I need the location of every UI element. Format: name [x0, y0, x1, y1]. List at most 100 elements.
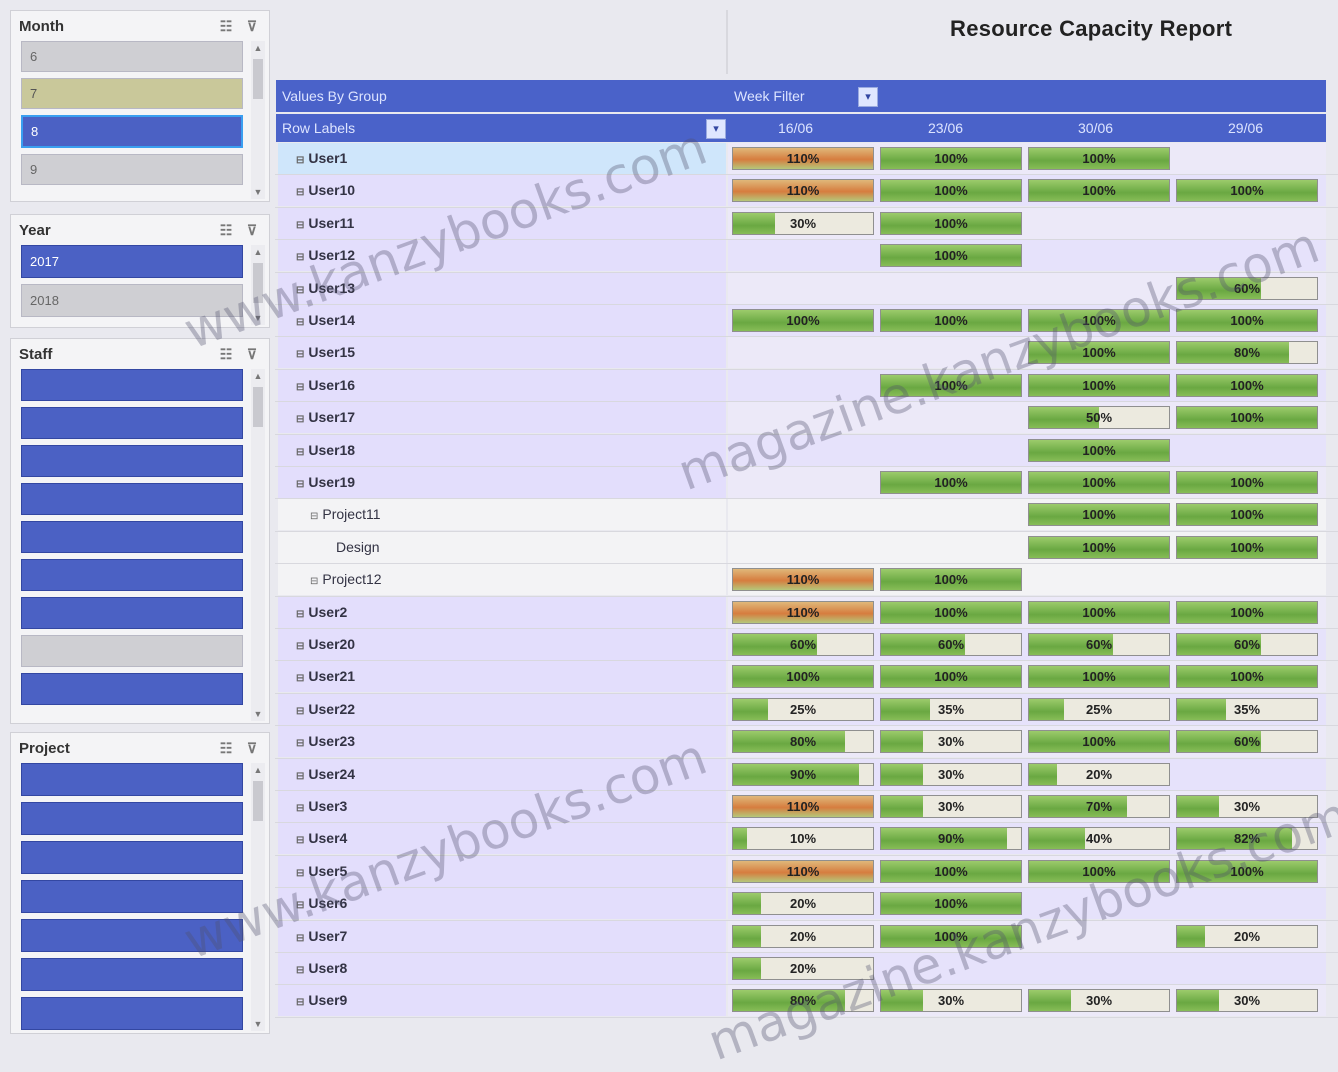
- month-slicer-item[interactable]: 8: [21, 115, 243, 148]
- scroll-thumb[interactable]: [253, 59, 263, 99]
- expand-collapse-icon[interactable]: ⊟: [296, 868, 304, 879]
- month-slicer-item[interactable]: 9: [21, 154, 243, 185]
- multi-select-icon[interactable]: ☷: [217, 17, 235, 35]
- project-slicer-item[interactable]: [21, 997, 243, 1030]
- capacity-cell[interactable]: 30%: [880, 730, 1022, 753]
- capacity-cell[interactable]: 100%: [732, 309, 874, 332]
- capacity-cell[interactable]: 30%: [732, 212, 874, 235]
- capacity-cell[interactable]: 100%: [880, 309, 1022, 332]
- scroll-thumb[interactable]: [253, 387, 263, 427]
- capacity-cell[interactable]: 100%: [880, 860, 1022, 883]
- capacity-cell[interactable]: 80%: [732, 989, 874, 1012]
- pivot-row-label[interactable]: ⊟ User12: [278, 240, 726, 271]
- clear-filter-icon[interactable]: ⊽: [243, 17, 261, 35]
- capacity-cell[interactable]: 100%: [1176, 536, 1318, 559]
- pivot-row-label[interactable]: Design: [278, 532, 726, 563]
- expand-collapse-icon[interactable]: ⊟: [296, 252, 304, 263]
- pivot-row-label[interactable]: ⊟ User4: [278, 823, 726, 854]
- month-slicer-scrollbar[interactable]: ▲ ▼: [251, 41, 265, 199]
- expand-collapse-icon[interactable]: ⊟: [296, 835, 304, 846]
- pivot-row-label[interactable]: ⊟ User1: [278, 143, 726, 174]
- pivot-row-label[interactable]: ⊟ User15: [278, 337, 726, 368]
- expand-collapse-icon[interactable]: ⊟: [296, 349, 304, 360]
- scroll-up-icon[interactable]: ▲: [251, 369, 265, 383]
- capacity-cell[interactable]: 80%: [732, 730, 874, 753]
- capacity-cell[interactable]: 60%: [1176, 633, 1318, 656]
- capacity-cell[interactable]: 100%: [1176, 374, 1318, 397]
- pivot-row-label[interactable]: ⊟ User2: [278, 597, 726, 628]
- clear-filter-icon[interactable]: ⊽: [243, 221, 261, 239]
- project-slicer-item[interactable]: [21, 958, 243, 991]
- capacity-cell[interactable]: 60%: [880, 633, 1022, 656]
- expand-collapse-icon[interactable]: ⊟: [296, 933, 304, 944]
- capacity-cell[interactable]: 100%: [1028, 374, 1170, 397]
- project-slicer-item[interactable]: [21, 919, 243, 952]
- capacity-cell[interactable]: 30%: [1028, 989, 1170, 1012]
- capacity-cell[interactable]: 100%: [1028, 601, 1170, 624]
- expand-collapse-icon[interactable]: ⊟: [296, 965, 304, 976]
- capacity-cell[interactable]: 110%: [732, 795, 874, 818]
- capacity-cell[interactable]: 110%: [732, 860, 874, 883]
- capacity-cell[interactable]: 100%: [880, 892, 1022, 915]
- capacity-cell[interactable]: 100%: [732, 665, 874, 688]
- pivot-row-label[interactable]: ⊟ User23: [278, 726, 726, 757]
- capacity-cell[interactable]: 100%: [880, 179, 1022, 202]
- project-slicer-item[interactable]: [21, 763, 243, 796]
- capacity-cell[interactable]: 100%: [880, 374, 1022, 397]
- month-slicer-item[interactable]: 7: [21, 78, 243, 109]
- staff-slicer-item[interactable]: [21, 673, 243, 705]
- clear-filter-icon[interactable]: ⊽: [243, 345, 261, 363]
- row-labels-filter-icon[interactable]: ▾: [706, 119, 726, 139]
- expand-collapse-icon[interactable]: ⊟: [296, 738, 304, 749]
- capacity-cell[interactable]: 110%: [732, 147, 874, 170]
- staff-slicer-item[interactable]: [21, 483, 243, 515]
- capacity-cell[interactable]: 90%: [880, 827, 1022, 850]
- capacity-cell[interactable]: 30%: [880, 795, 1022, 818]
- expand-collapse-icon[interactable]: ⊟: [296, 414, 304, 425]
- capacity-cell[interactable]: 20%: [1176, 925, 1318, 948]
- pivot-row-label[interactable]: ⊟ User5: [278, 856, 726, 887]
- capacity-cell[interactable]: 100%: [880, 147, 1022, 170]
- capacity-cell[interactable]: 25%: [1028, 698, 1170, 721]
- pivot-row-label[interactable]: ⊟ User19: [278, 467, 726, 498]
- capacity-cell[interactable]: 100%: [880, 568, 1022, 591]
- staff-slicer-item[interactable]: [21, 635, 243, 667]
- capacity-cell[interactable]: 35%: [880, 698, 1022, 721]
- pivot-row-label[interactable]: ⊟ User22: [278, 694, 726, 725]
- multi-select-icon[interactable]: ☷: [217, 739, 235, 757]
- scroll-up-icon[interactable]: ▲: [251, 41, 265, 55]
- capacity-cell[interactable]: 20%: [732, 892, 874, 915]
- capacity-cell[interactable]: 100%: [880, 601, 1022, 624]
- expand-collapse-icon[interactable]: ⊟: [296, 609, 304, 620]
- project-slicer-item[interactable]: [21, 802, 243, 835]
- scroll-thumb[interactable]: [253, 263, 263, 303]
- pivot-row-label[interactable]: ⊟ User21: [278, 661, 726, 692]
- capacity-cell[interactable]: 100%: [880, 244, 1022, 267]
- pivot-row-label[interactable]: ⊟ User20: [278, 629, 726, 660]
- capacity-cell[interactable]: 110%: [732, 179, 874, 202]
- capacity-cell[interactable]: 30%: [880, 763, 1022, 786]
- capacity-cell[interactable]: 35%: [1176, 698, 1318, 721]
- expand-collapse-icon[interactable]: ⊟: [296, 155, 304, 166]
- expand-collapse-icon[interactable]: ⊟: [296, 317, 304, 328]
- pivot-row-label[interactable]: ⊟ User13: [278, 273, 726, 304]
- pivot-row-label[interactable]: ⊟ User9: [278, 985, 726, 1016]
- expand-collapse-icon[interactable]: ⊟: [296, 187, 304, 198]
- capacity-cell[interactable]: 100%: [1176, 471, 1318, 494]
- capacity-cell[interactable]: 25%: [732, 698, 874, 721]
- expand-collapse-icon[interactable]: ⊟: [296, 479, 304, 490]
- staff-slicer-item[interactable]: [21, 597, 243, 629]
- expand-collapse-icon[interactable]: ⊟: [296, 706, 304, 717]
- expand-collapse-icon[interactable]: ⊟: [296, 771, 304, 782]
- capacity-cell[interactable]: 70%: [1028, 795, 1170, 818]
- year-slicer-item[interactable]: 2018: [21, 284, 243, 317]
- expand-collapse-icon[interactable]: ⊟: [296, 285, 304, 296]
- staff-slicer-item[interactable]: [21, 559, 243, 591]
- expand-collapse-icon[interactable]: ⊟: [310, 576, 318, 587]
- staff-slicer-item[interactable]: [21, 369, 243, 401]
- capacity-cell[interactable]: 100%: [1028, 179, 1170, 202]
- capacity-cell[interactable]: 30%: [880, 989, 1022, 1012]
- pivot-row-label[interactable]: ⊟ User18: [278, 435, 726, 466]
- multi-select-icon[interactable]: ☷: [217, 221, 235, 239]
- capacity-cell[interactable]: 100%: [1028, 147, 1170, 170]
